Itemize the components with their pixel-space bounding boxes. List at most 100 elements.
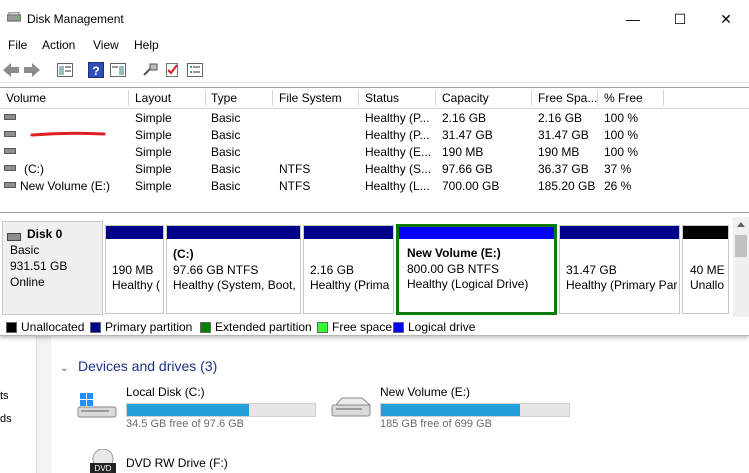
- legend-label: Primary partition: [105, 320, 193, 334]
- partition-size: 31.47 GB: [566, 263, 617, 277]
- help-icon[interactable]: ?: [87, 61, 105, 79]
- menu-help[interactable]: Help: [134, 38, 159, 52]
- column-header-percent-free[interactable]: % Free: [604, 91, 643, 105]
- section-title: Devices and drives (3): [78, 358, 218, 374]
- legend-label: Logical drive: [408, 320, 476, 334]
- forward-arrow-icon[interactable]: [23, 61, 41, 79]
- disk-state: Online: [10, 275, 45, 289]
- column-header-layout[interactable]: Layout: [135, 91, 171, 105]
- volume-capacity: 700.00 GB: [442, 179, 500, 193]
- logical-drive-swatch: [393, 322, 404, 333]
- legend-label: Extended partition: [215, 320, 312, 334]
- title-bar[interactable]: Disk Management — ☐ ✕: [0, 0, 749, 36]
- volume-type: Basic: [211, 128, 241, 142]
- primary-partition-cap: [304, 226, 393, 239]
- column-header-capacity[interactable]: Capacity: [442, 91, 489, 105]
- windows-drive-icon: [77, 393, 117, 418]
- volume-file-system: NTFS: [279, 179, 311, 193]
- volume-drive-icon: [4, 114, 16, 120]
- volume-free-space: 2.16 GB: [538, 111, 583, 125]
- show-hide-console-tree-icon[interactable]: [56, 61, 74, 79]
- drive-name: New Volume (E:): [380, 385, 471, 399]
- disk-type: Basic: [10, 243, 40, 257]
- volume-row[interactable]: Simple Basic Healthy (P... 2.16 GB 2.16 …: [0, 109, 749, 126]
- drive-dvd-f[interactable]: DVD DVD RW Drive (F:): [76, 445, 316, 473]
- check-properties-icon[interactable]: [163, 61, 181, 79]
- volume-layout: Simple: [135, 145, 172, 159]
- dvd-icon-label: DVD: [95, 464, 112, 473]
- pane-divider: [37, 335, 51, 473]
- partition-status: Unallo: [690, 278, 725, 292]
- partition-size: 800.00 GB NTFS: [407, 262, 500, 276]
- vertical-scrollbar[interactable]: [733, 217, 749, 317]
- volume-type: Basic: [211, 145, 241, 159]
- volume-row[interactable]: New Volume (E:) Simple Basic NTFS Health…: [0, 177, 749, 194]
- volume-layout: Simple: [135, 179, 172, 193]
- volume-status: Healthy (P...: [365, 111, 430, 125]
- hard-drive-icon: [331, 397, 372, 417]
- partition-size: 2.16 GB: [310, 263, 355, 277]
- volume-free-space: 36.37 GB: [538, 162, 589, 176]
- legend-bar: Unallocated Primary partition Extended p…: [0, 320, 749, 335]
- drive-new-volume-e[interactable]: New Volume (E:) 185 GB free of 699 GB: [330, 385, 570, 435]
- volume-name: (C:): [24, 162, 44, 176]
- partition-efi[interactable]: 190 MB Healthy (: [105, 225, 164, 314]
- back-arrow-icon[interactable]: [2, 61, 20, 79]
- close-button[interactable]: ✕: [703, 6, 749, 32]
- column-header-type[interactable]: Type: [211, 91, 237, 105]
- redaction-mark: [30, 131, 106, 137]
- menu-view[interactable]: View: [93, 38, 119, 52]
- drive-usage-bar: [380, 403, 570, 417]
- partition-c[interactable]: (C:) 97.66 GB NTFS Healthy (System, Boot…: [166, 225, 301, 314]
- column-header-free-space[interactable]: Free Spa...: [538, 91, 597, 105]
- devices-and-drives-header[interactable]: ⌄ Devices and drives (3): [60, 358, 217, 374]
- menu-file[interactable]: File: [8, 38, 27, 52]
- menu-action[interactable]: Action: [42, 38, 75, 52]
- show-hide-action-pane-icon[interactable]: [109, 61, 127, 79]
- volume-type: Basic: [211, 162, 241, 176]
- disk-0-info[interactable]: Disk 0 Basic 931.51 GB Online: [2, 221, 103, 315]
- drive-local-disk-c[interactable]: Local Disk (C:) 34.5 GB free of 97.6 GB: [76, 385, 316, 435]
- volume-capacity: 31.47 GB: [442, 128, 493, 142]
- nav-item-label[interactable]: ts: [0, 390, 9, 402]
- primary-partition-swatch: [90, 322, 101, 333]
- partition-new-volume-e[interactable]: New Volume (E:) 800.00 GB NTFS Healthy (…: [396, 224, 557, 315]
- volume-status: Healthy (P...: [365, 128, 430, 142]
- partition-status: Healthy (Primary Par: [566, 278, 678, 292]
- volume-list-header: Volume Layout Type File System Status Ca…: [0, 88, 749, 109]
- unallocated-cap: [683, 226, 728, 239]
- column-header-volume[interactable]: Volume: [6, 91, 46, 105]
- nav-item-label[interactable]: ds: [0, 413, 12, 425]
- partition-size: 40 ME: [690, 263, 725, 277]
- partition-31-47gb[interactable]: 31.47 GB Healthy (Primary Par: [559, 225, 680, 314]
- partition-2-16gb[interactable]: 2.16 GB Healthy (Prima: [303, 225, 394, 314]
- partition-status: Healthy (: [112, 278, 161, 292]
- properties-list-icon[interactable]: [186, 61, 204, 79]
- free-space-swatch: [317, 322, 328, 333]
- volume-row[interactable]: (C:) Simple Basic NTFS Healthy (S... 97.…: [0, 160, 749, 177]
- logical-drive-cap: [399, 227, 554, 239]
- volume-percent-free: 37 %: [604, 162, 632, 176]
- volume-percent-free: 100 %: [604, 128, 639, 142]
- maximize-button[interactable]: ☐: [657, 6, 703, 32]
- partition-status: Healthy (Logical Drive): [407, 277, 529, 291]
- volume-layout: Simple: [135, 128, 172, 142]
- volume-capacity: 2.16 GB: [442, 111, 487, 125]
- primary-partition-cap: [167, 226, 300, 239]
- partition-title: New Volume (E:): [407, 246, 501, 260]
- toolbar: ?: [0, 58, 749, 83]
- volume-percent-free: 100 %: [604, 145, 639, 159]
- disk-size: 931.51 GB: [10, 259, 68, 273]
- disk-management-app-icon: [7, 12, 21, 22]
- unallocated-swatch: [6, 322, 17, 333]
- column-header-status[interactable]: Status: [365, 91, 399, 105]
- legend-label: Unallocated: [21, 320, 85, 334]
- minimize-button[interactable]: —: [610, 6, 656, 32]
- volume-row[interactable]: Simple Basic Healthy (P... 31.47 GB 31.4…: [0, 126, 749, 143]
- volume-drive-icon: [4, 131, 16, 137]
- connect-drive-icon[interactable]: [141, 61, 159, 79]
- partition-unallocated[interactable]: 40 ME Unallo: [682, 225, 729, 314]
- volume-list: Volume Layout Type File System Status Ca…: [0, 87, 749, 210]
- column-header-file-system[interactable]: File System: [279, 91, 342, 105]
- volume-row[interactable]: Simple Basic Healthy (E... 190 MB 190 MB…: [0, 143, 749, 160]
